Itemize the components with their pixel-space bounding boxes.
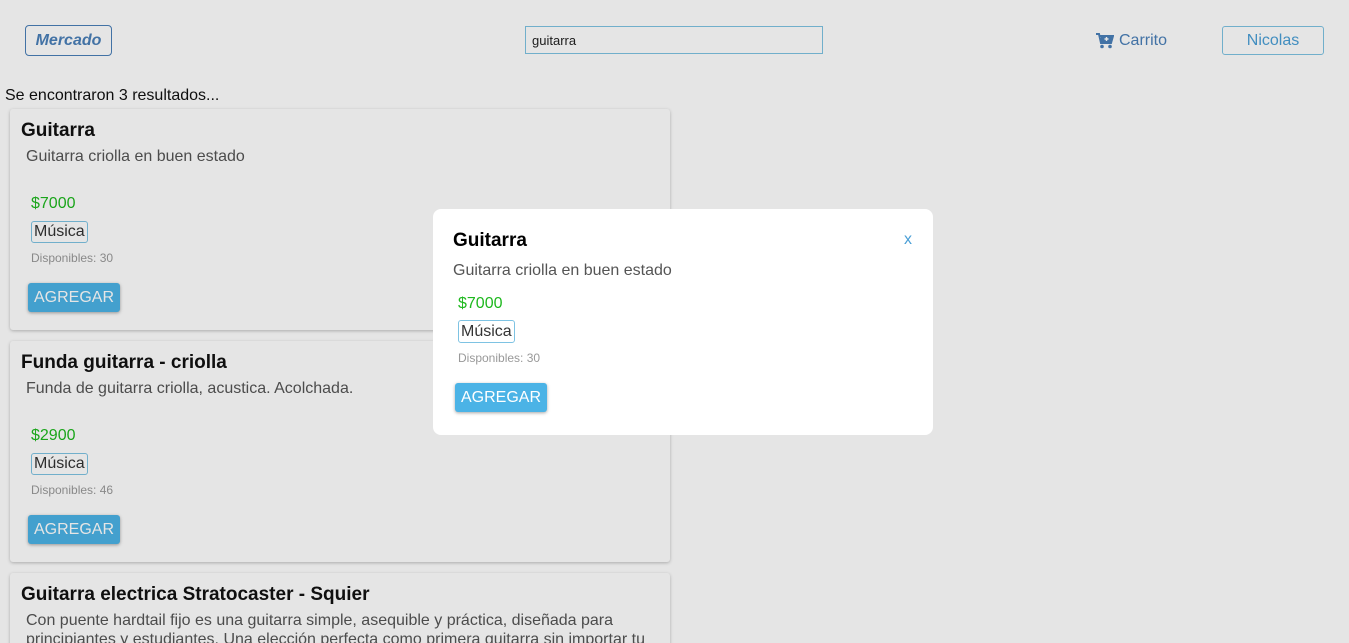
modal-title: Guitarra (453, 230, 527, 251)
close-button[interactable]: x (904, 231, 912, 249)
product-detail-modal: Guitarra x Guitarra criolla en buen esta… (433, 209, 933, 435)
modal-stock: Disponibles: 30 (458, 351, 541, 365)
category-badge: Música (458, 320, 515, 343)
page: Mercado Carrito Nicolas Se encontraron 3… (0, 0, 1349, 643)
add-to-cart-button[interactable]: AGREGAR (455, 383, 547, 412)
modal-description: Guitarra criolla en buen estado (453, 262, 672, 279)
modal-price: $7000 (458, 295, 503, 312)
